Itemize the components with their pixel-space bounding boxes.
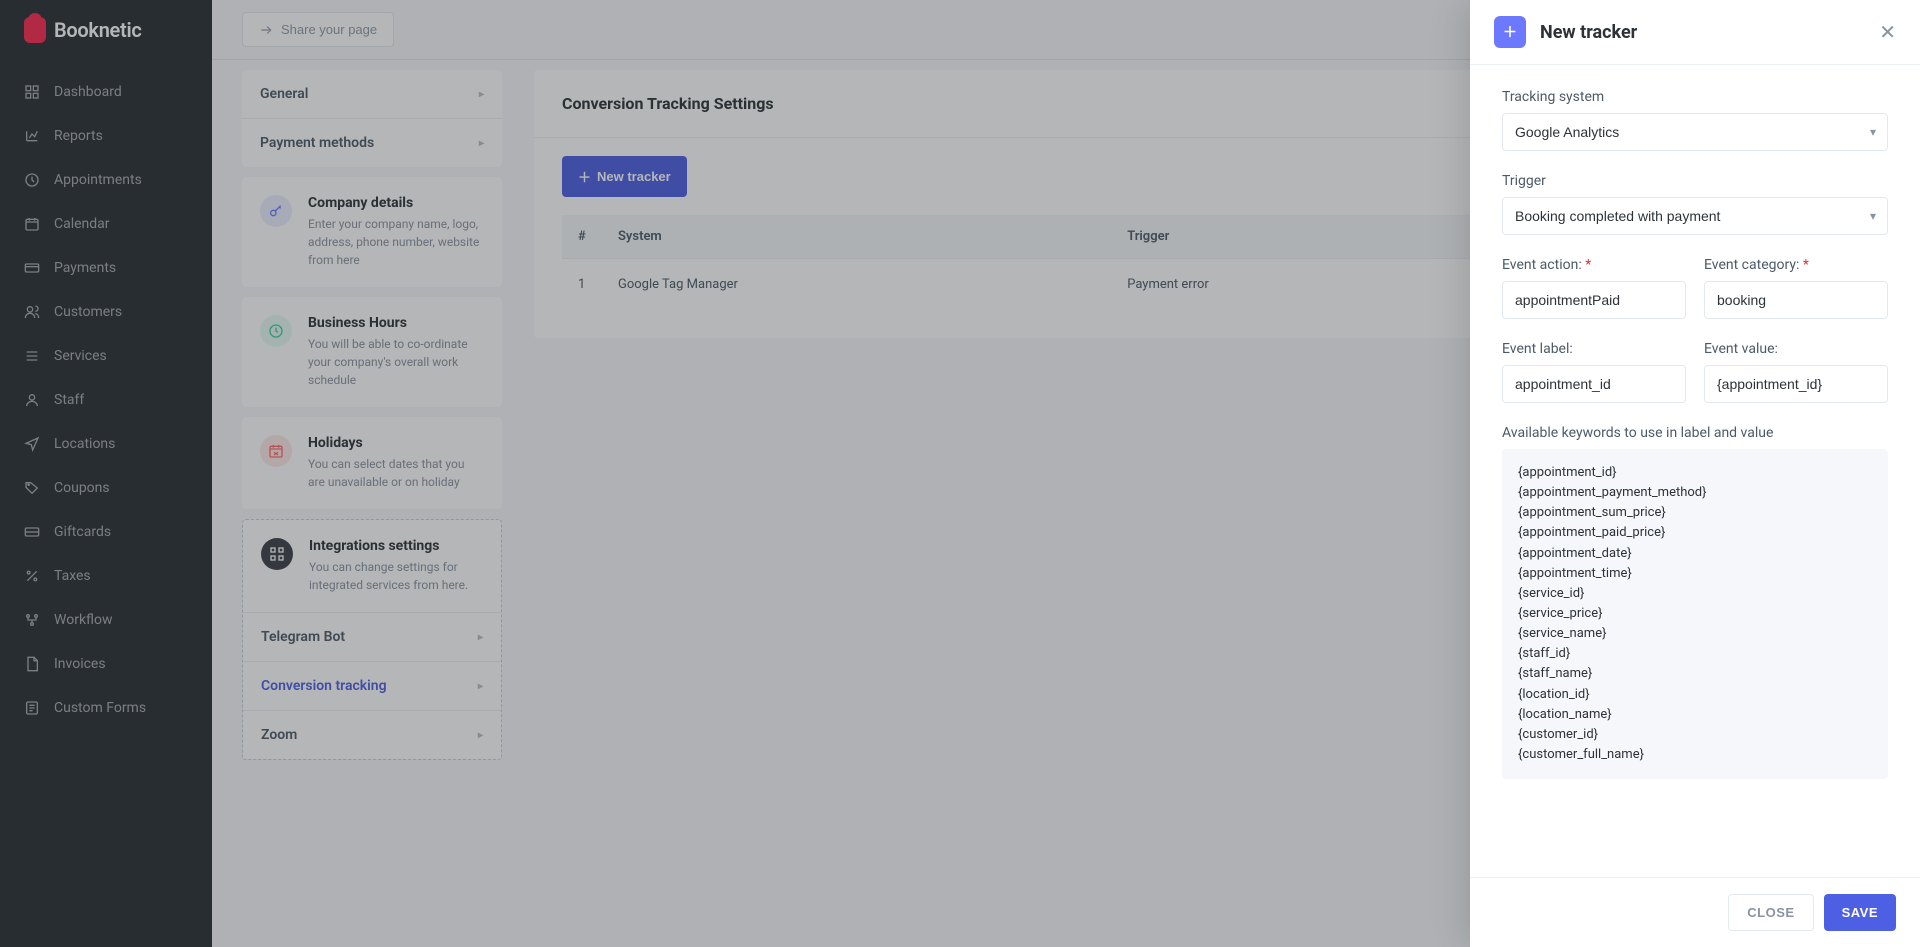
- label-text: Event action:: [1502, 257, 1582, 273]
- field-event-value: Event value:: [1704, 341, 1888, 403]
- save-button[interactable]: SAVE: [1824, 894, 1896, 931]
- row-action-category: Event action: * Event category: *: [1502, 257, 1888, 341]
- trigger-select[interactable]: Booking completed with payment: [1502, 197, 1888, 235]
- event-action-label: Event action: *: [1502, 257, 1686, 273]
- required-star: *: [1803, 257, 1809, 273]
- select-wrap: Booking completed with payment: [1502, 197, 1888, 235]
- label-text: Event category:: [1704, 257, 1799, 273]
- event-category-label: Event category: *: [1704, 257, 1888, 273]
- field-event-label: Event label:: [1502, 341, 1686, 403]
- plus-badge-icon: ＋: [1494, 16, 1526, 48]
- row-label-value: Event label: Event value:: [1502, 341, 1888, 425]
- close-button[interactable]: CLOSE: [1728, 894, 1813, 931]
- drawer-header: ＋ New tracker ✕: [1470, 0, 1920, 65]
- event-category-input[interactable]: [1704, 281, 1888, 319]
- new-tracker-drawer: ＋ New tracker ✕ Tracking system Google A…: [1470, 0, 1920, 947]
- field-event-action: Event action: *: [1502, 257, 1686, 319]
- close-icon[interactable]: ✕: [1879, 20, 1896, 44]
- drawer-body: Tracking system Google Analytics Trigger…: [1470, 65, 1920, 877]
- field-event-category: Event category: *: [1704, 257, 1888, 319]
- tracking-system-label: Tracking system: [1502, 89, 1888, 105]
- event-value-label: Event value:: [1704, 341, 1888, 357]
- field-keywords: Available keywords to use in label and v…: [1502, 425, 1888, 779]
- event-value-input[interactable]: [1704, 365, 1888, 403]
- trigger-label: Trigger: [1502, 173, 1888, 189]
- required-star: *: [1585, 257, 1591, 273]
- keywords-box: {appointment_id} {appointment_payment_me…: [1502, 449, 1888, 779]
- drawer-footer: CLOSE SAVE: [1470, 877, 1920, 947]
- event-action-input[interactable]: [1502, 281, 1686, 319]
- drawer-title: New tracker: [1540, 22, 1865, 43]
- event-label-label: Event label:: [1502, 341, 1686, 357]
- keywords-label: Available keywords to use in label and v…: [1502, 425, 1888, 441]
- field-tracking-system: Tracking system Google Analytics: [1502, 89, 1888, 151]
- field-trigger: Trigger Booking completed with payment: [1502, 173, 1888, 235]
- tracking-system-select[interactable]: Google Analytics: [1502, 113, 1888, 151]
- event-label-input[interactable]: [1502, 365, 1686, 403]
- select-wrap: Google Analytics: [1502, 113, 1888, 151]
